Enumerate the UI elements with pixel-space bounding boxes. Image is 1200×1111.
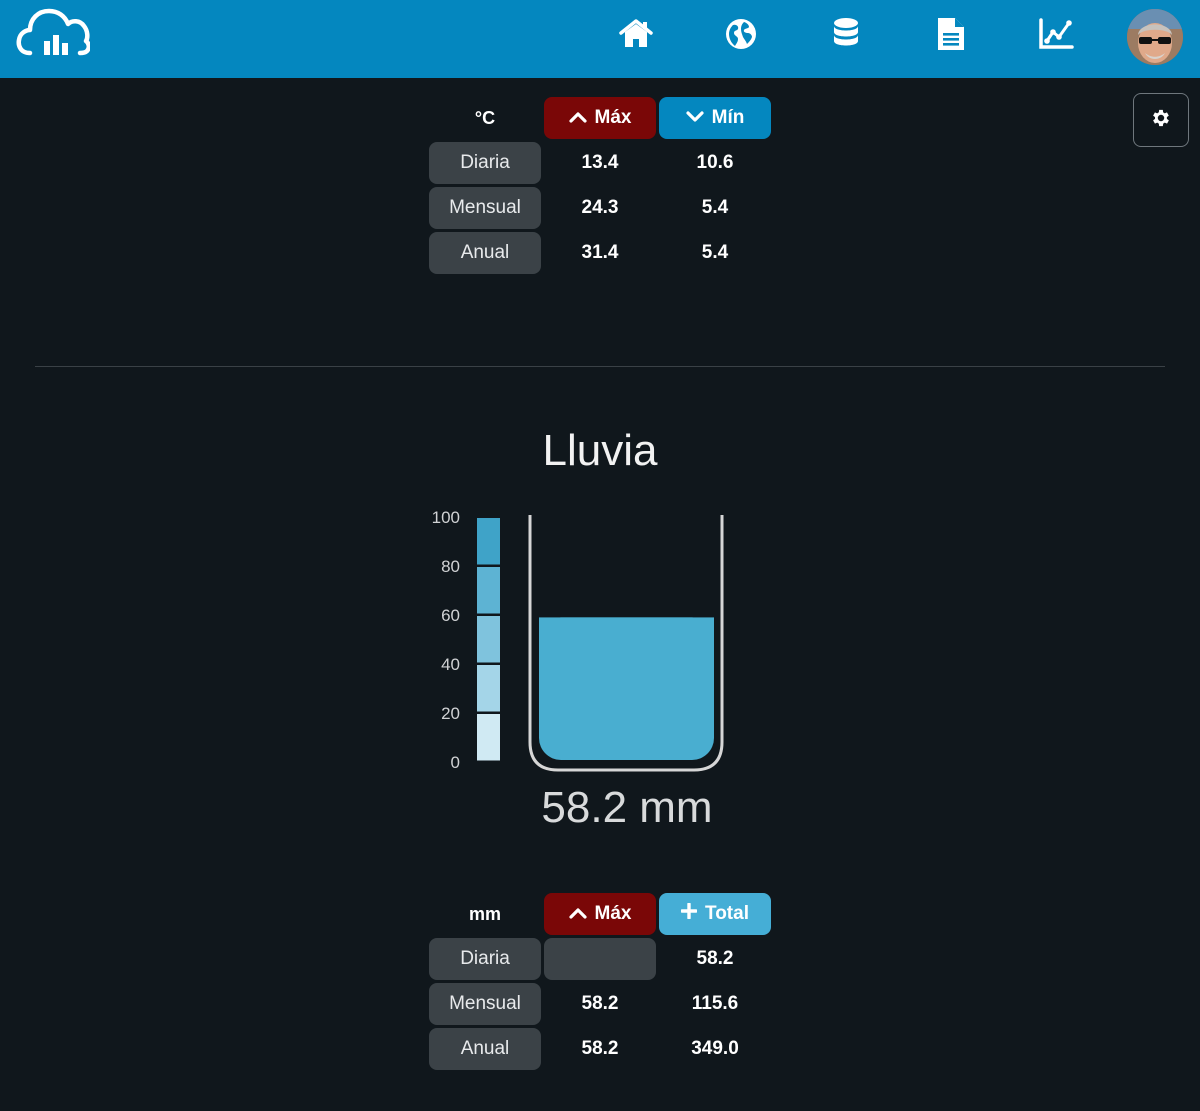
row-label-monthly[interactable]: Mensual — [429, 187, 541, 229]
max-header: Máx — [544, 893, 656, 935]
table-row: Anual 58.2 349.0 — [428, 1028, 772, 1073]
unit-label: °C — [474, 107, 496, 128]
table-header-row: °C Máx Mín — [428, 97, 772, 142]
rain-reading: 58.2 mm — [541, 783, 713, 832]
database-icon[interactable] — [826, 14, 866, 54]
table-row: Diaria 58.2 — [428, 938, 772, 983]
min-value: 5.4 — [701, 197, 729, 218]
max-value: 13.4 — [581, 152, 619, 173]
plus-icon — [680, 902, 698, 925]
globe-icon[interactable] — [721, 14, 761, 54]
max-value: 24.3 — [581, 197, 619, 218]
total-value: 115.6 — [691, 993, 739, 1014]
temperature-stats-table: °C Máx Mín Diaria 13.4 10.6 Mensual 24.3… — [428, 97, 772, 277]
document-icon[interactable] — [931, 14, 971, 54]
scale-tick-label: 0 — [451, 753, 460, 772]
min-value: 5.4 — [701, 242, 729, 263]
settings-button[interactable] — [1133, 93, 1189, 147]
table-row: Anual 31.4 5.4 — [428, 232, 772, 277]
section-divider — [35, 366, 1165, 367]
row-label-yearly[interactable]: Anual — [429, 1028, 541, 1070]
line-chart-icon[interactable] — [1036, 14, 1076, 54]
water-level-surface — [539, 617, 714, 648]
max-header-label: Máx — [594, 107, 632, 128]
min-value: 10.6 — [696, 152, 734, 173]
max-value: 58.2 — [581, 993, 619, 1014]
total-header-label: Total — [705, 903, 749, 924]
scale-tick-label: 60 — [441, 606, 460, 625]
max-header-label: Máx — [594, 903, 632, 924]
rain-gauge: 100 80 60 40 20 0 — [420, 505, 740, 785]
chevron-down-icon — [686, 107, 704, 129]
scale-block — [477, 518, 500, 565]
min-header: Mín — [659, 97, 771, 139]
total-value: 349.0 — [691, 1038, 739, 1059]
table-row: Mensual 24.3 5.4 — [428, 187, 772, 232]
table-row: Diaria 13.4 10.6 — [428, 142, 772, 187]
scale-tick-label: 40 — [441, 655, 460, 674]
section-title: Lluvia — [542, 426, 658, 475]
avatar[interactable] — [1127, 9, 1183, 65]
gear-icon — [1150, 107, 1172, 134]
top-navbar — [0, 0, 1200, 78]
rain-gauge-graphic: 100 80 60 40 20 0 — [432, 508, 724, 772]
max-header: Máx — [544, 97, 656, 139]
total-header: Total — [659, 893, 771, 935]
min-header-label: Mín — [711, 107, 745, 128]
scale-tick-label: 100 — [432, 508, 460, 527]
row-label-yearly[interactable]: Anual — [429, 232, 541, 274]
rain-stats-table: mm Máx Total Diaria 58.2 Mensual 58.2 11… — [428, 893, 772, 1073]
max-value — [544, 938, 656, 980]
scale-block — [477, 714, 500, 761]
table-header-row: mm Máx Total — [428, 893, 772, 938]
table-row: Mensual 58.2 115.6 — [428, 983, 772, 1028]
max-value: 58.2 — [581, 1038, 619, 1059]
unit-label: mm — [468, 903, 501, 924]
row-label-daily[interactable]: Diaria — [429, 142, 541, 184]
chevron-up-icon — [568, 903, 587, 925]
chevron-up-icon — [568, 107, 587, 129]
row-label-daily[interactable]: Diaria — [429, 938, 541, 980]
total-value: 58.2 — [696, 948, 734, 969]
scale-tick-label: 80 — [441, 557, 460, 576]
scale-block — [477, 567, 500, 614]
scale-block — [477, 616, 500, 663]
scale-block — [477, 665, 500, 712]
cloud-chart-logo-icon[interactable] — [16, 5, 92, 61]
scale-tick-label: 20 — [441, 704, 460, 723]
row-label-monthly[interactable]: Mensual — [429, 983, 541, 1025]
home-icon[interactable] — [616, 14, 656, 54]
max-value: 31.4 — [581, 242, 619, 263]
